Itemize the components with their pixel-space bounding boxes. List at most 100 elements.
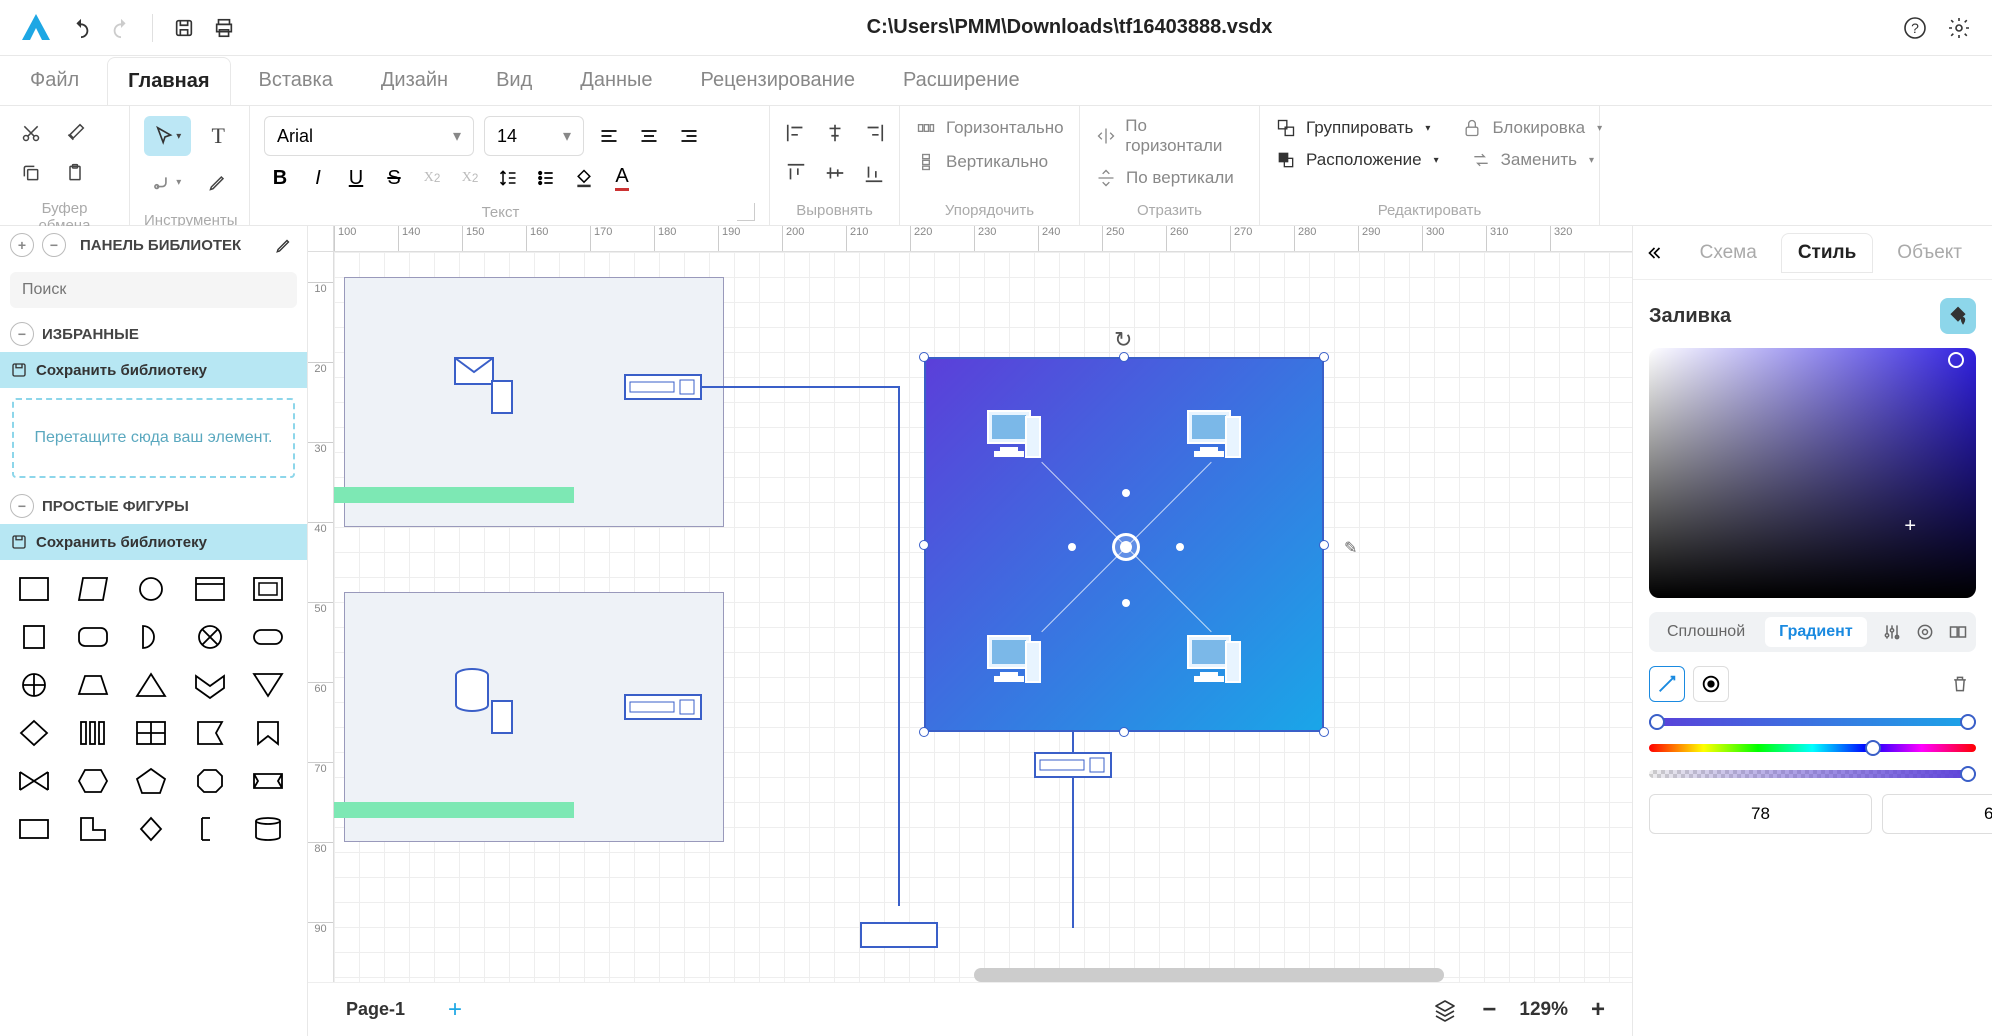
shape-rectangle[interactable]: [12, 570, 56, 608]
radial-gradient-button[interactable]: [1693, 666, 1729, 702]
arrange-vertical-button[interactable]: Вертикально: [914, 150, 1065, 174]
flip-horizontal-button[interactable]: По горизонтали: [1094, 116, 1245, 156]
shape-cylinder[interactable]: [246, 810, 290, 848]
shape-triangle-down[interactable]: [246, 666, 290, 704]
replace-button[interactable]: Заменить▾: [1469, 148, 1594, 172]
text-fill-button[interactable]: [1945, 616, 1972, 648]
strikethrough-button[interactable]: S: [378, 162, 410, 194]
color-picker-target[interactable]: +: [1904, 515, 1916, 538]
linear-gradient-button[interactable]: [1649, 666, 1685, 702]
color-r-input[interactable]: [1649, 794, 1872, 834]
shape-chevron-down[interactable]: [188, 666, 232, 704]
connector-2[interactable]: [898, 386, 900, 906]
zoom-in-button[interactable]: +: [1584, 996, 1612, 1024]
line-spacing-button[interactable]: [492, 162, 524, 194]
align-obj-left[interactable]: [784, 116, 807, 150]
delete-gradient-button[interactable]: [1944, 668, 1976, 700]
shape-octagon[interactable]: [188, 762, 232, 800]
shape-trapezoid[interactable]: [71, 666, 115, 704]
arrange-horizontal-button[interactable]: Горизонтально: [914, 116, 1065, 140]
shape-window[interactable]: [188, 570, 232, 608]
mail-server-icon[interactable]: [454, 357, 494, 390]
align-left-button[interactable]: [594, 121, 624, 151]
resize-handle-w[interactable]: [919, 540, 929, 550]
shape-half-circle-right[interactable]: [129, 618, 173, 656]
add-library-button[interactable]: +: [10, 233, 34, 257]
paste-button[interactable]: [58, 156, 92, 190]
shape-capsule[interactable]: [246, 618, 290, 656]
fill-solid-button[interactable]: Сплошной: [1653, 617, 1759, 647]
shape-rounded-rect[interactable]: [71, 618, 115, 656]
edit-path-handle[interactable]: ✎: [1344, 538, 1357, 558]
cut-button[interactable]: [14, 116, 48, 150]
shape-pentagon[interactable]: [129, 762, 173, 800]
shape-bracket[interactable]: [188, 810, 232, 848]
page-tab[interactable]: Page-1: [328, 993, 423, 1026]
text-dialog-launcher[interactable]: [737, 203, 755, 221]
resize-handle-n[interactable]: [1119, 352, 1129, 362]
hue-slider[interactable]: [1649, 742, 1976, 754]
library-search-input[interactable]: [10, 272, 297, 308]
horizontal-scrollbar[interactable]: [974, 968, 1444, 982]
connector-4[interactable]: [1072, 778, 1074, 928]
format-painter-button[interactable]: [58, 116, 92, 150]
tab-style[interactable]: Стиль: [1781, 233, 1873, 273]
database-icon[interactable]: [452, 667, 492, 722]
tab-scheme[interactable]: Схема: [1684, 234, 1773, 272]
fill-gradient-button[interactable]: Градиент: [1765, 617, 1867, 647]
undo-button[interactable]: [68, 15, 94, 41]
tab-view[interactable]: Вид: [476, 57, 552, 104]
simple-shapes-collapse-button[interactable]: −: [10, 494, 34, 518]
align-center-button[interactable]: [634, 121, 664, 151]
zoom-out-button[interactable]: −: [1475, 996, 1503, 1024]
font-family-select[interactable]: Arial ▾: [264, 116, 474, 156]
tab-review[interactable]: Рецензирование: [681, 57, 875, 104]
shape-l-shape[interactable]: [71, 810, 115, 848]
connector-tool[interactable]: ▾: [144, 162, 191, 202]
group-button[interactable]: Группировать▾: [1274, 116, 1430, 140]
resize-handle-e[interactable]: [1319, 540, 1329, 550]
tab-data[interactable]: Данные: [560, 57, 672, 104]
shape-square[interactable]: [12, 618, 56, 656]
align-obj-right[interactable]: [862, 116, 885, 150]
opacity-thumb[interactable]: [1960, 766, 1976, 782]
tab-object[interactable]: Объект: [1881, 234, 1978, 272]
lock-button[interactable]: Блокировка▾: [1460, 116, 1602, 140]
tab-insert[interactable]: Вставка: [239, 57, 353, 104]
shape-flag[interactable]: [188, 714, 232, 752]
gradient-stop-2[interactable]: [1960, 714, 1976, 730]
resize-handle-ne[interactable]: [1319, 352, 1329, 362]
color-picker-cursor[interactable]: [1948, 352, 1964, 368]
shape-ribbon[interactable]: [246, 762, 290, 800]
opacity-slider[interactable]: [1649, 768, 1976, 780]
fill-color-button[interactable]: [568, 162, 600, 194]
switch-icon-2[interactable]: [624, 694, 702, 720]
subscript-button[interactable]: X2: [416, 162, 448, 194]
tab-file[interactable]: Файл: [10, 57, 99, 104]
gradient-stops-slider[interactable]: [1649, 716, 1976, 728]
shape-bars[interactable]: [71, 714, 115, 752]
library-dropzone[interactable]: Перетащите сюда ваш элемент.: [12, 398, 295, 478]
settings-button[interactable]: [1946, 15, 1972, 41]
switch-icon-1[interactable]: [624, 374, 702, 400]
remove-library-button[interactable]: −: [42, 233, 66, 257]
rotate-handle[interactable]: ↻: [1114, 327, 1132, 353]
font-size-select[interactable]: 14 ▾: [484, 116, 584, 156]
align-obj-middle[interactable]: [823, 156, 846, 190]
favorites-collapse-button[interactable]: −: [10, 322, 34, 346]
collapse-panel-button[interactable]: [1647, 239, 1668, 267]
text-color-button[interactable]: A: [606, 162, 638, 194]
connector-3[interactable]: [1072, 732, 1074, 752]
layers-button[interactable]: [1431, 996, 1459, 1024]
print-button[interactable]: [211, 15, 237, 41]
shape-frame[interactable]: [246, 570, 290, 608]
save-library-button[interactable]: Сохранить библиотеку: [0, 352, 307, 388]
connector-1[interactable]: [700, 386, 900, 388]
switch-icon-4[interactable]: [1034, 752, 1112, 778]
hue-thumb[interactable]: [1865, 740, 1881, 756]
shape-bowtie[interactable]: [12, 762, 56, 800]
diagram-rail-1[interactable]: [334, 487, 574, 503]
edit-libraries-button[interactable]: [271, 232, 297, 258]
color-g-input[interactable]: [1882, 794, 1992, 834]
resize-handle-sw[interactable]: [919, 727, 929, 737]
